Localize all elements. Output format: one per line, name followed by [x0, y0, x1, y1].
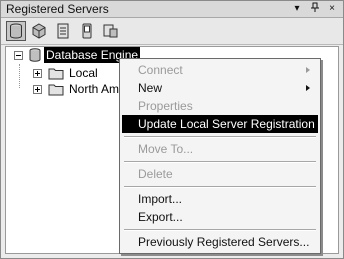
menu-item-properties[interactable]: Properties — [122, 97, 318, 115]
close-button[interactable]: × — [326, 2, 338, 16]
menu-item-new[interactable]: New — [122, 79, 318, 97]
menu-item-connect[interactable]: Connect — [122, 61, 318, 79]
menu-separator — [124, 136, 316, 138]
server-type-toolbar — [1, 18, 343, 45]
collapse-toggle[interactable] — [14, 50, 23, 60]
menu-item-delete[interactable]: Delete — [122, 165, 318, 183]
integration-services-button[interactable] — [101, 21, 121, 41]
expand-toggle[interactable] — [33, 84, 42, 94]
menu-item-import[interactable]: Import... — [122, 190, 318, 208]
menu-item-label: Properties — [138, 99, 193, 113]
menu-item-label: Import... — [138, 192, 183, 206]
database-engine-button[interactable] — [6, 21, 26, 41]
menu-item-export[interactable]: Export... — [122, 208, 318, 226]
window-menu-button[interactable]: ▾ — [291, 2, 303, 16]
analysis-services-button[interactable] — [29, 21, 49, 41]
menu-item-update-local-server-registration[interactable]: Update Local Server Registration — [122, 115, 318, 133]
analysis-services-icon — [32, 23, 46, 39]
integration-services-icon — [103, 24, 118, 38]
reporting-services-icon — [57, 23, 69, 39]
registered-servers-window: Registered Servers ▾ × Database Engine L… — [0, 0, 344, 259]
sql-mobile-button[interactable] — [77, 21, 97, 41]
menu-item-move-to[interactable]: Move To... — [122, 140, 318, 158]
folder-icon — [48, 84, 64, 95]
submenu-arrow-icon — [306, 85, 310, 91]
menu-item-label: Update Local Server Registration — [138, 117, 315, 131]
menu-separator — [124, 186, 316, 188]
tree-node-local[interactable]: Local — [33, 65, 100, 81]
menu-item-label: Delete — [138, 167, 173, 181]
tree-line — [19, 64, 20, 88]
menu-item-label: New — [138, 81, 163, 95]
context-menu: Connect New Properties Update Local Serv… — [119, 58, 321, 254]
sql-mobile-icon — [82, 23, 92, 39]
database-server-icon — [29, 48, 41, 62]
pin-icon[interactable] — [309, 2, 321, 16]
tree-node-label: Local — [69, 66, 98, 80]
submenu-arrow-icon — [306, 67, 310, 73]
menu-item-previously-registered-servers[interactable]: Previously Registered Servers... — [122, 233, 318, 251]
reporting-services-button[interactable] — [53, 21, 73, 41]
menu-separator — [124, 161, 316, 163]
expand-toggle[interactable] — [33, 68, 42, 78]
menu-separator — [124, 229, 316, 231]
folder-icon — [48, 68, 64, 79]
title-bar: Registered Servers ▾ × — [1, 1, 343, 18]
tree-node-north-america[interactable]: North Ame — [33, 81, 128, 97]
menu-item-label: Move To... — [138, 142, 194, 156]
menu-item-label: Export... — [138, 210, 183, 224]
menu-item-label: Previously Registered Servers... — [138, 235, 310, 249]
database-engine-icon — [10, 23, 22, 39]
window-title: Registered Servers — [6, 2, 109, 16]
menu-item-label: Connect — [138, 63, 183, 77]
